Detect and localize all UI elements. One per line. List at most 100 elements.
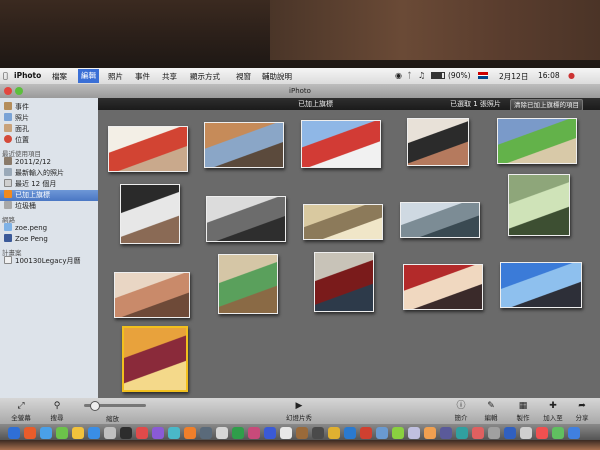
menu-edit[interactable]: 編輯	[78, 69, 99, 83]
sidebar-item-facebook[interactable]: Zoe Peng	[0, 234, 98, 245]
window-title-bar: iPhoto	[0, 84, 600, 98]
photo-thumbnail-calendar-print[interactable]	[122, 326, 188, 392]
dock-app-icon[interactable]	[216, 427, 228, 439]
menu-events[interactable]: 事件	[135, 71, 150, 82]
photo-thumbnail-glass-drink[interactable]	[508, 174, 570, 236]
photo-thumbnail-rooftops[interactable]	[204, 122, 284, 168]
monitor-bezel-top	[0, 0, 600, 70]
sidebar-item-faces[interactable]: 面孔	[0, 124, 98, 135]
dock-app-icon[interactable]	[8, 427, 20, 439]
zoom-window-icon[interactable]	[15, 87, 23, 95]
close-window-icon[interactable]	[4, 87, 12, 95]
slideshow-button[interactable]: ▶ 幻燈片秀	[284, 400, 314, 422]
photo-thumbnail-restaurant-room[interactable]	[314, 252, 374, 312]
dock-app-icon[interactable]	[40, 427, 52, 439]
dock-app-icon[interactable]	[120, 427, 132, 439]
dock-app-icon[interactable]	[376, 427, 388, 439]
menu-share[interactable]: 共享	[162, 71, 177, 82]
menu-app-name[interactable]: iPhoto	[14, 71, 41, 80]
dock-app-icon[interactable]	[72, 427, 84, 439]
zoom-slider-knob[interactable]	[90, 401, 100, 411]
search-button[interactable]: ⚲ 搜尋	[42, 400, 72, 422]
dock-app-icon[interactable]	[568, 427, 580, 439]
photo-thumbnail-no-signs[interactable]	[108, 126, 188, 172]
photo-thumbnail-green-car[interactable]	[497, 118, 577, 164]
sidebar-item-trash[interactable]: 垃圾桶	[0, 201, 98, 212]
photo-thumbnail-cartoon-frog[interactable]	[218, 254, 278, 314]
places-icon	[4, 135, 12, 143]
photo-thumbnail-two-friends[interactable]	[403, 264, 483, 310]
dock-app-icon[interactable]	[488, 427, 500, 439]
wifi-icon[interactable]: ◉	[395, 71, 402, 80]
dock-app-icon[interactable]	[280, 427, 292, 439]
dock-app-icon[interactable]	[152, 427, 164, 439]
input-source-flag-icon[interactable]	[478, 72, 488, 79]
volume-icon[interactable]: ♫	[418, 71, 425, 80]
edit-button[interactable]: ✎ 編輯	[476, 400, 506, 422]
dock-app-icon[interactable]	[440, 427, 452, 439]
share-button[interactable]: ➦ 分享	[568, 400, 596, 422]
info-button[interactable]: ⓘ 簡介	[446, 400, 476, 422]
dock-app-icon[interactable]	[520, 427, 532, 439]
dock-app-icon[interactable]	[136, 427, 148, 439]
dock-app-icon[interactable]	[536, 427, 548, 439]
dock-app-icon[interactable]	[200, 427, 212, 439]
sidebar-item-last-12-months[interactable]: 最近 12 個月	[0, 179, 98, 190]
dock-app-icon[interactable]	[56, 427, 68, 439]
menu-window[interactable]: 視窗	[236, 71, 251, 82]
sidebar-item-web-album[interactable]: zoe.peng	[0, 223, 98, 234]
dock-app-icon[interactable]	[424, 427, 436, 439]
create-button[interactable]: ▦ 製作	[508, 400, 538, 422]
photo-thumbnail-street-bw[interactable]	[206, 196, 286, 242]
dock-app-icon[interactable]	[504, 427, 516, 439]
dock-app-icon[interactable]	[168, 427, 180, 439]
zoom-slider[interactable]	[84, 401, 146, 411]
photo-thumbnail-blurred-street[interactable]	[303, 204, 383, 240]
photo-thumbnail-group-selfie[interactable]	[407, 118, 469, 166]
dock-app-icon[interactable]	[296, 427, 308, 439]
dock-app-icon[interactable]	[232, 427, 244, 439]
dock-app-icon[interactable]	[472, 427, 484, 439]
bluetooth-icon[interactable]: ᛏ	[407, 71, 412, 80]
photo-thumbnail-red-building[interactable]	[301, 120, 381, 168]
dock-app-icon[interactable]	[328, 427, 340, 439]
battery-icon[interactable]	[431, 72, 445, 79]
photo-thumbnail-city-street[interactable]	[400, 202, 480, 238]
fullscreen-button[interactable]: ⤢ 全螢幕	[6, 400, 36, 422]
dock-app-icon[interactable]	[408, 427, 420, 439]
dock-app-icon[interactable]	[184, 427, 196, 439]
sidebar-item-calendar-project[interactable]: 100130Legacy月曆	[0, 256, 98, 267]
apple-menu-icon[interactable]: 	[3, 71, 8, 80]
dock-app-icon[interactable]	[88, 427, 100, 439]
photo-thumbnail-chef[interactable]	[120, 184, 180, 244]
menu-time[interactable]: 16:08	[538, 71, 560, 80]
sidebar-item-photos[interactable]: 照片	[0, 113, 98, 124]
dock-app-icon[interactable]	[456, 427, 468, 439]
sidebar-item-flagged[interactable]: 已加上旗標	[0, 190, 98, 201]
sidebar-item-last-event[interactable]: 2011/2/12	[0, 157, 98, 168]
menu-photos[interactable]: 照片	[108, 71, 123, 82]
sidebar-item-last-import[interactable]: 最新輸入的照片	[0, 168, 98, 179]
dock-app-icon[interactable]	[392, 427, 404, 439]
menu-help[interactable]: 輔助說明	[262, 71, 292, 82]
sidebar-item-places[interactable]: 位置	[0, 135, 98, 146]
spotlight-icon[interactable]: ●	[568, 71, 575, 80]
dock-app-icon[interactable]	[344, 427, 356, 439]
dock-app-icon[interactable]	[24, 427, 36, 439]
dock-app-icon[interactable]	[312, 427, 324, 439]
menu-date[interactable]: 2月12日	[499, 71, 528, 82]
sidebar-item-events[interactable]: 事件	[0, 102, 98, 113]
photo-thumbnail-seaside[interactable]	[500, 262, 582, 308]
dock-app-icon[interactable]	[264, 427, 276, 439]
menu-file[interactable]: 檔案	[52, 71, 67, 82]
photo-grid[interactable]	[98, 110, 600, 398]
menu-bar:  iPhoto 檔案 編輯 照片 事件 共享 顯示方式 視窗 輔助說明 ◉ ᛏ…	[0, 68, 600, 84]
dock-app-icon[interactable]	[360, 427, 372, 439]
dock-app-icon[interactable]	[104, 427, 116, 439]
dock-app-icon[interactable]	[248, 427, 260, 439]
plus-icon: ✚	[549, 401, 557, 411]
photo-thumbnail-pastry-plate[interactable]	[114, 272, 190, 318]
add-to-button[interactable]: ✚ 加入至	[538, 400, 568, 422]
menu-view[interactable]: 顯示方式	[190, 71, 220, 82]
dock-app-icon[interactable]	[552, 427, 564, 439]
